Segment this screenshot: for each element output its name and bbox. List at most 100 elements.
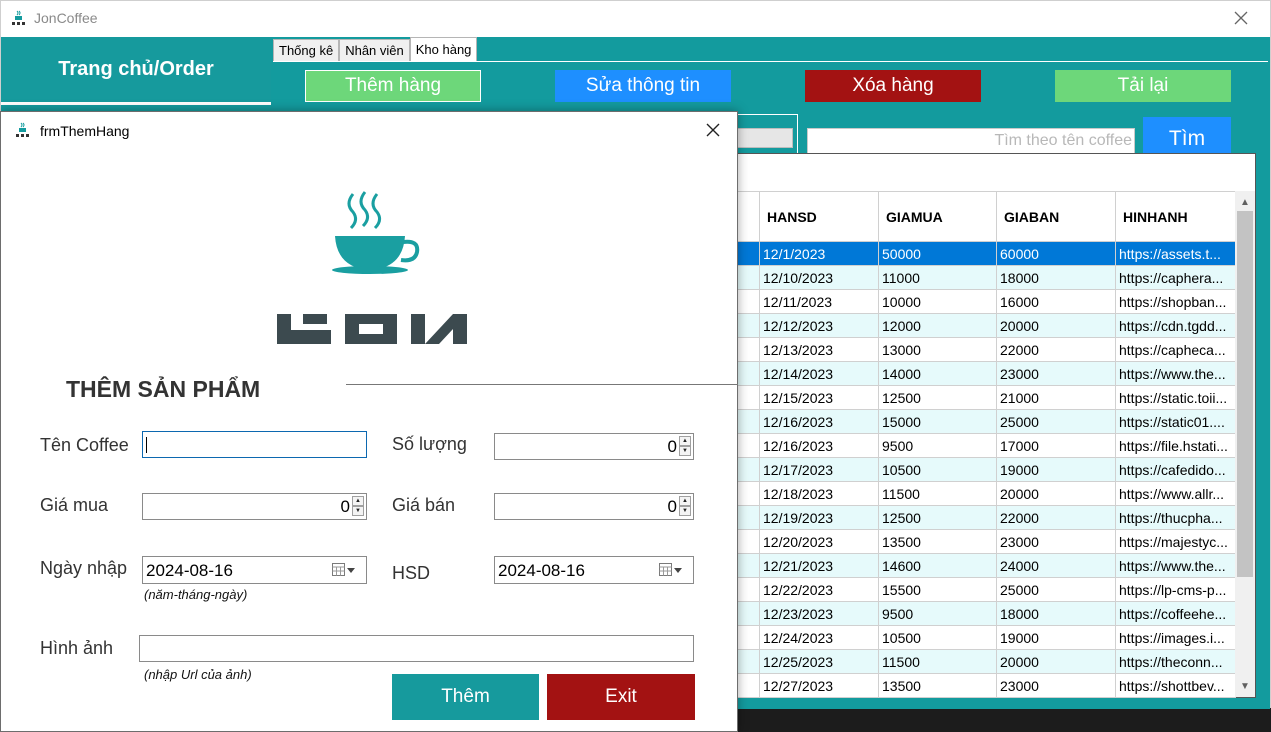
table-cell[interactable]: 25000 <box>996 409 1116 434</box>
table-cell[interactable]: https://caphera... <box>1115 265 1236 290</box>
edit-item-button[interactable]: Sửa thông tin <box>555 70 731 102</box>
table-cell[interactable]: https://shottbev... <box>1115 673 1236 698</box>
add-product-button[interactable]: Thêm <box>392 674 539 720</box>
table-cell[interactable]: 12/19/2023 <box>759 505 879 530</box>
table-cell[interactable]: https://cdn.tgdd... <box>1115 313 1236 338</box>
table-cell[interactable]: 12/12/2023 <box>759 313 879 338</box>
table-cell[interactable]: https://assets.t... <box>1115 241 1236 266</box>
buy-price-stepper[interactable]: 0 ▲ ▼ <box>142 493 367 520</box>
table-cell[interactable]: 12/27/2023 <box>759 673 879 698</box>
table-cell[interactable]: 60000 <box>996 241 1116 266</box>
table-cell[interactable]: 12/10/2023 <box>759 265 879 290</box>
table-cell[interactable]: 12/17/2023 <box>759 457 879 482</box>
table-cell[interactable]: 15500 <box>878 577 997 602</box>
column-header[interactable]: GIABAN <box>996 191 1116 242</box>
close-icon[interactable] <box>1230 7 1252 29</box>
table-cell[interactable]: 12/1/2023 <box>759 241 879 266</box>
table-cell[interactable]: 22000 <box>996 337 1116 362</box>
search-input[interactable] <box>807 128 1135 154</box>
exit-button[interactable]: Exit <box>547 674 695 720</box>
image-url-field[interactable] <box>139 635 694 662</box>
table-cell[interactable]: 23000 <box>996 529 1116 554</box>
table-cell[interactable]: 10500 <box>878 625 997 650</box>
table-cell[interactable]: 17000 <box>996 433 1116 458</box>
table-cell[interactable]: 19000 <box>996 457 1116 482</box>
table-cell[interactable]: https://www.the... <box>1115 361 1236 386</box>
scroll-up-icon[interactable]: ▲ <box>1235 193 1255 211</box>
table-cell[interactable]: https://thucpha... <box>1115 505 1236 530</box>
calendar-icon[interactable] <box>659 563 683 577</box>
table-cell[interactable]: 12/24/2023 <box>759 625 879 650</box>
column-header[interactable]: GIAMUA <box>878 191 997 242</box>
table-cell[interactable]: https://static01.... <box>1115 409 1236 434</box>
table-cell[interactable]: 12/16/2023 <box>759 409 879 434</box>
spin-up-icon[interactable]: ▲ <box>679 496 691 506</box>
table-cell[interactable]: https://theconn... <box>1115 649 1236 674</box>
table-cell[interactable]: 12/20/2023 <box>759 529 879 554</box>
sell-price-stepper[interactable]: 0 ▲ ▼ <box>494 493 694 520</box>
spin-down-icon[interactable]: ▼ <box>679 506 691 516</box>
table-cell[interactable]: 25000 <box>996 577 1116 602</box>
import-date-picker[interactable]: 2024-08-16 <box>142 556 367 584</box>
table-cell[interactable]: 11500 <box>878 481 997 506</box>
table-cell[interactable]: 12/23/2023 <box>759 601 879 626</box>
table-cell[interactable]: 12/13/2023 <box>759 337 879 362</box>
table-cell[interactable]: https://lp-cms-p... <box>1115 577 1236 602</box>
table-cell[interactable]: https://shopban... <box>1115 289 1236 314</box>
table-cell[interactable]: https://images.i... <box>1115 625 1236 650</box>
table-cell[interactable]: 11000 <box>878 265 997 290</box>
table-cell[interactable]: 12/21/2023 <box>759 553 879 578</box>
table-cell[interactable]: https://majestyc... <box>1115 529 1236 554</box>
table-cell[interactable]: 12/14/2023 <box>759 361 879 386</box>
table-cell[interactable]: https://static.toii... <box>1115 385 1236 410</box>
add-item-button[interactable]: Thêm hàng <box>305 70 481 102</box>
tab-statistics[interactable]: Thống kê <box>273 39 340 61</box>
column-header[interactable]: HINHANH <box>1115 191 1236 242</box>
table-cell[interactable]: 18000 <box>996 601 1116 626</box>
table-cell[interactable]: https://file.hstati... <box>1115 433 1236 458</box>
spin-down-icon[interactable]: ▼ <box>679 446 691 456</box>
table-cell[interactable]: https://coffeehe... <box>1115 601 1236 626</box>
spin-control[interactable]: ▲ ▼ <box>679 436 691 457</box>
spin-control[interactable]: ▲ ▼ <box>679 496 691 517</box>
table-cell[interactable]: 13500 <box>878 673 997 698</box>
table-cell[interactable]: 12/18/2023 <box>759 481 879 506</box>
scroll-down-icon[interactable]: ▼ <box>1235 677 1255 695</box>
table-cell[interactable]: 14000 <box>878 361 997 386</box>
table-cell[interactable]: https://capheca... <box>1115 337 1236 362</box>
table-cell[interactable]: 21000 <box>996 385 1116 410</box>
table-cell[interactable]: 20000 <box>996 481 1116 506</box>
table-cell[interactable]: 12/11/2023 <box>759 289 879 314</box>
table-cell[interactable]: 12500 <box>878 385 997 410</box>
table-cell[interactable]: 50000 <box>878 241 997 266</box>
quantity-stepper[interactable]: 0 ▲ ▼ <box>494 433 694 460</box>
table-cell[interactable]: 19000 <box>996 625 1116 650</box>
tab-warehouse[interactable]: Kho hàng <box>409 37 478 61</box>
table-cell[interactable]: https://cafedido... <box>1115 457 1236 482</box>
table-cell[interactable]: 12/16/2023 <box>759 433 879 458</box>
table-cell[interactable]: 23000 <box>996 673 1116 698</box>
spin-down-icon[interactable]: ▼ <box>352 506 364 516</box>
table-cell[interactable]: 13000 <box>878 337 997 362</box>
reload-button[interactable]: Tải lại <box>1055 70 1231 102</box>
expiry-date-picker[interactable]: 2024-08-16 <box>494 556 694 584</box>
table-cell[interactable]: 9500 <box>878 433 997 458</box>
filter-input[interactable] <box>733 128 793 148</box>
table-cell[interactable]: 20000 <box>996 313 1116 338</box>
spin-control[interactable]: ▲ ▼ <box>352 496 364 517</box>
coffee-name-field[interactable] <box>142 431 367 458</box>
vertical-scrollbar[interactable]: ▲ ▼ <box>1235 191 1255 697</box>
table-cell[interactable]: 24000 <box>996 553 1116 578</box>
table-cell[interactable]: 15000 <box>878 409 997 434</box>
spin-up-icon[interactable]: ▲ <box>679 436 691 446</box>
table-cell[interactable]: 23000 <box>996 361 1116 386</box>
spin-up-icon[interactable]: ▲ <box>352 496 364 506</box>
home-order-button[interactable]: Trang chủ/Order <box>1 37 271 105</box>
table-cell[interactable]: 20000 <box>996 649 1116 674</box>
table-cell[interactable]: 10500 <box>878 457 997 482</box>
tab-staff[interactable]: Nhân viên <box>339 39 410 61</box>
table-cell[interactable]: 9500 <box>878 601 997 626</box>
table-cell[interactable]: https://www.the... <box>1115 553 1236 578</box>
table-cell[interactable]: 12/25/2023 <box>759 649 879 674</box>
delete-item-button[interactable]: Xóa hàng <box>805 70 981 102</box>
